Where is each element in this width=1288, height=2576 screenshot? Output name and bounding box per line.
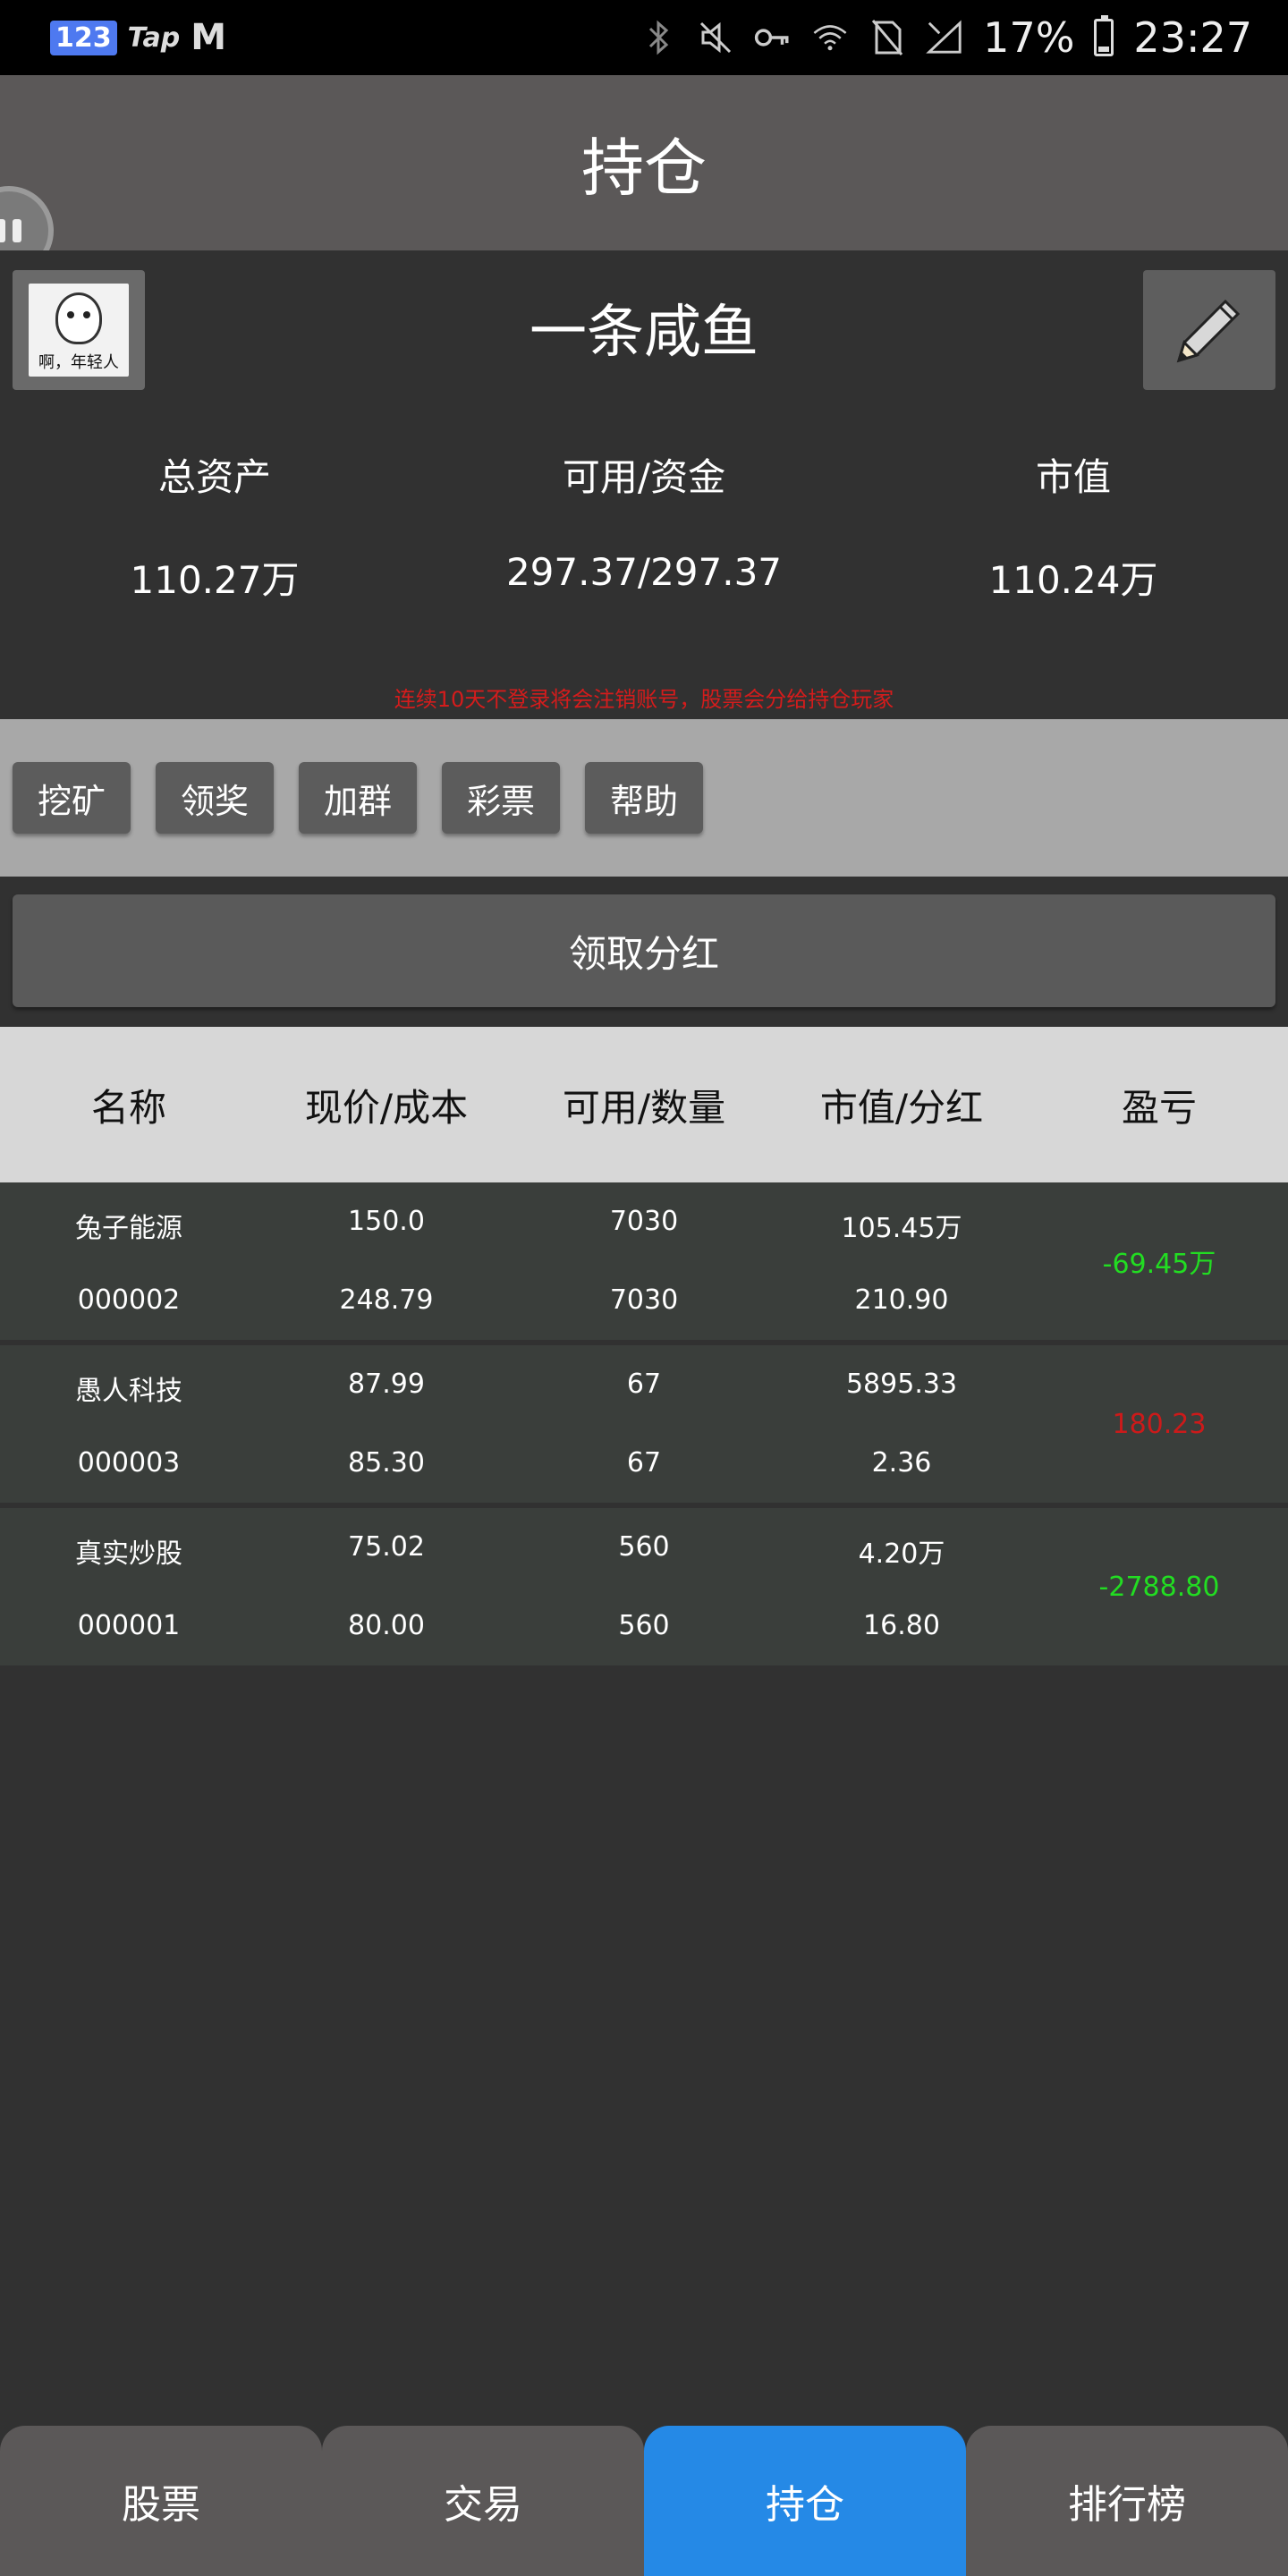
available-shares: 7030 xyxy=(609,1206,679,1237)
dividend: 2.36 xyxy=(871,1447,932,1479)
stock-name: 愚人科技 xyxy=(75,1376,182,1407)
bluetooth-icon xyxy=(640,19,677,56)
available-funds-value: 297.37/297.37 xyxy=(505,550,783,594)
table-row[interactable]: 兔子能源 000002 150.0 248.79 7030 7030 105.4… xyxy=(0,1182,1288,1340)
stock-name: 兔子能源 xyxy=(75,1213,182,1244)
dividend: 210.90 xyxy=(854,1284,949,1316)
total-assets-label: 总资产 xyxy=(157,455,271,499)
current-price: 87.99 xyxy=(348,1368,425,1400)
available-funds-stat: 可用/资金 297.37/297.37 xyxy=(429,447,859,605)
tap-app-icon: Tap xyxy=(127,21,181,54)
bottom-navigation: 股票 交易 持仓 排行榜 xyxy=(0,2426,1288,2576)
cost-price: 80.00 xyxy=(348,1610,425,1641)
table-row[interactable]: 真实炒股 000001 75.02 80.00 560 560 4.20万 16… xyxy=(0,1508,1288,1665)
notification-icons: 123 Tap M xyxy=(50,17,226,58)
no-sim-icon xyxy=(869,19,906,56)
page-title: 持仓 xyxy=(581,131,707,205)
mining-button[interactable]: 挖矿 xyxy=(13,762,131,834)
market-value-value: 110.24万 xyxy=(988,558,1158,602)
profit-loss: -69.45万 xyxy=(1102,1249,1216,1280)
app-123-icon: 123 xyxy=(50,20,117,55)
tab-leaderboard[interactable]: 排行榜 xyxy=(966,2426,1288,2576)
title-bar: 持仓 xyxy=(0,75,1288,250)
vpn-key-icon xyxy=(754,19,792,56)
stock-code: 000001 xyxy=(77,1610,181,1641)
total-assets-value: 110.27万 xyxy=(130,558,300,602)
tab-stocks[interactable]: 股票 xyxy=(0,2426,322,2576)
lottery-button[interactable]: 彩票 xyxy=(442,762,560,834)
column-header-pnl: 盈亏 xyxy=(1121,1085,1197,1130)
action-bar: 挖矿 领奖 加群 彩票 帮助 xyxy=(0,719,1288,877)
table-row[interactable]: 愚人科技 000003 87.99 85.30 67 67 5895.33 2.… xyxy=(0,1345,1288,1503)
battery-percent: 17% xyxy=(983,13,1075,62)
market-value-stat: 市值 110.24万 xyxy=(859,447,1288,605)
column-header-value-dividend: 市值/分红 xyxy=(819,1085,984,1130)
available-shares: 560 xyxy=(618,1531,670,1563)
profit-loss: -2788.80 xyxy=(1098,1571,1220,1603)
current-price: 75.02 xyxy=(348,1531,425,1563)
stock-code: 000002 xyxy=(77,1284,181,1316)
battery-icon xyxy=(1094,15,1114,56)
clock: 23:27 xyxy=(1133,13,1252,62)
edit-profile-button[interactable] xyxy=(1143,270,1275,390)
username: 一条咸鱼 xyxy=(530,300,758,366)
total-shares: 560 xyxy=(618,1610,670,1641)
market-value-label: 市值 xyxy=(1035,455,1111,499)
tab-holdings[interactable]: 持仓 xyxy=(644,2426,966,2576)
cost-price: 85.30 xyxy=(348,1447,425,1479)
stock-code: 000003 xyxy=(77,1447,181,1479)
pause-icon xyxy=(0,219,5,242)
total-shares: 67 xyxy=(626,1447,662,1479)
available-shares: 67 xyxy=(626,1368,662,1400)
total-shares: 7030 xyxy=(609,1284,679,1316)
wifi-icon xyxy=(811,19,849,56)
market-value: 4.20万 xyxy=(858,1538,945,1570)
asset-stats: 总资产 110.27万 可用/资金 297.37/297.37 市值 110.2… xyxy=(0,447,1288,605)
dividend: 16.80 xyxy=(863,1610,940,1641)
mail-app-icon: M xyxy=(191,17,227,58)
system-status: 17% 23:27 xyxy=(640,0,1252,75)
market-value: 105.45万 xyxy=(841,1213,962,1244)
status-bar: 123 Tap M 17% 23:27 xyxy=(0,0,1288,75)
holdings-table-header: 名称 现价/成本 可用/数量 市值/分红 盈亏 xyxy=(0,1027,1288,1182)
cost-price: 248.79 xyxy=(339,1284,434,1316)
inactivity-warning: 连续10天不登录将会注销账号，股票会分给持仓玩家 xyxy=(394,687,894,712)
tab-trade[interactable]: 交易 xyxy=(322,2426,644,2576)
available-funds-label: 可用/资金 xyxy=(562,455,726,499)
current-price: 150.0 xyxy=(348,1206,425,1237)
signal-icon xyxy=(926,19,963,56)
stock-name: 真实炒股 xyxy=(75,1538,182,1570)
column-header-available-quantity: 可用/数量 xyxy=(562,1085,726,1130)
profile-panel: 啊，年轻人 一条咸鱼 总资产 110.27万 可用/资金 297.37/297.… xyxy=(0,250,1288,719)
pencil-icon xyxy=(1176,299,1241,363)
total-assets-stat: 总资产 110.27万 xyxy=(0,447,429,605)
profit-loss: 180.23 xyxy=(1112,1408,1207,1440)
join-group-button[interactable]: 加群 xyxy=(299,762,417,834)
market-value: 5895.33 xyxy=(845,1368,958,1400)
column-header-price-cost: 现价/成本 xyxy=(304,1085,469,1130)
column-header-name: 名称 xyxy=(90,1085,166,1130)
help-button[interactable]: 帮助 xyxy=(585,762,703,834)
claim-reward-button[interactable]: 领奖 xyxy=(156,762,274,834)
claim-dividend-button[interactable]: 领取分红 xyxy=(13,894,1275,1007)
mute-icon xyxy=(697,19,734,56)
